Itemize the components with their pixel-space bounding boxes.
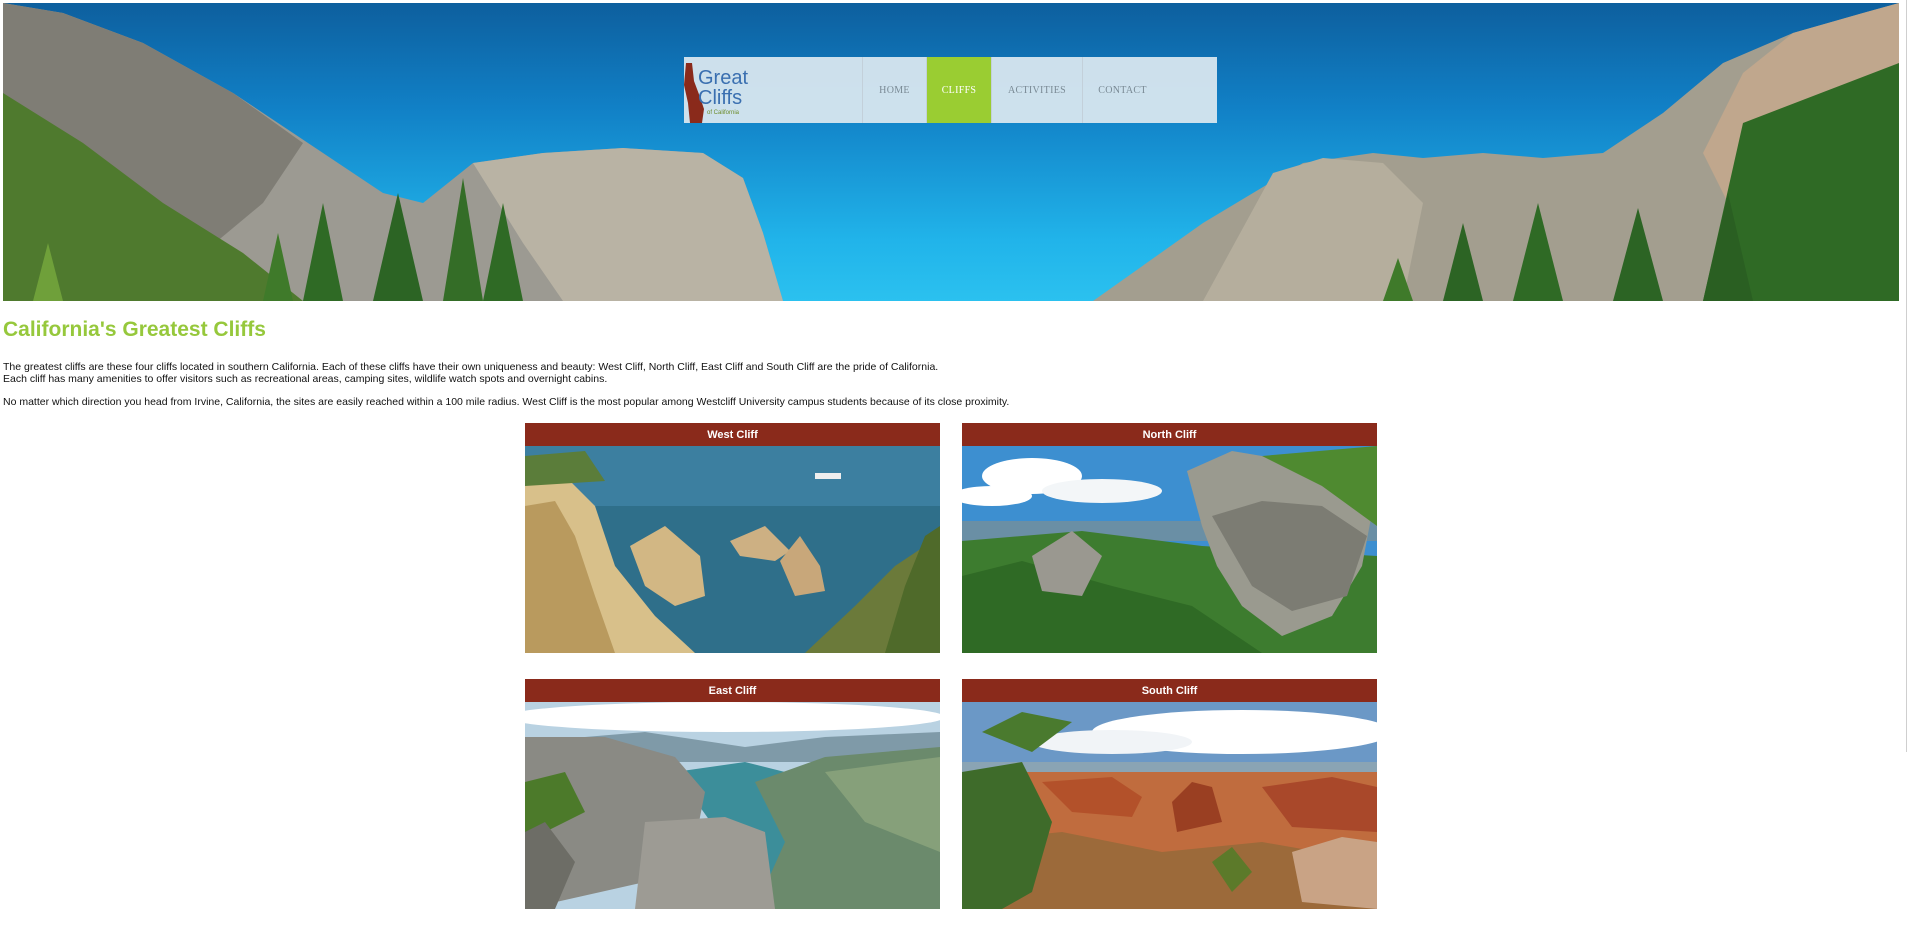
cliff-card-south[interactable]: South Cliff	[962, 679, 1377, 909]
nav-cliffs[interactable]: CLIFFS	[926, 57, 991, 123]
intro-line-2: Each cliff has many amenities to offer v…	[3, 373, 608, 385]
cliff-card-title: East Cliff	[525, 679, 940, 702]
hero-landscape-image	[3, 3, 1899, 301]
west-cliff-photo	[525, 446, 940, 653]
logo-text-great: Great	[698, 67, 749, 89]
east-cliff-photo	[525, 702, 940, 909]
site-logo[interactable]: Great Cliffs of California	[684, 57, 862, 123]
page-title: California's Greatest Cliffs	[3, 318, 266, 341]
cliff-card-west[interactable]: West Cliff	[525, 423, 940, 653]
north-cliff-photo	[962, 446, 1377, 653]
main-navbar: Great Cliffs of California HOME CLIFFS A…	[684, 57, 1217, 123]
intro-paragraph-2: No matter which direction you head from …	[3, 396, 1010, 408]
cliff-card-east[interactable]: East Cliff	[525, 679, 940, 909]
hero-banner: Great Cliffs of California HOME CLIFFS A…	[3, 3, 1899, 301]
south-cliff-photo	[962, 702, 1377, 909]
logo-text-subtitle: of California	[707, 110, 740, 116]
nav-activities[interactable]: ACTIVITIES	[991, 57, 1082, 123]
cliff-card-title: West Cliff	[525, 423, 940, 446]
nav-contact[interactable]: CONTACT	[1082, 57, 1162, 123]
intro-line-1: The greatest cliffs are these four cliff…	[3, 361, 939, 373]
cliff-card-title: North Cliff	[962, 423, 1377, 446]
cliff-card-north[interactable]: North Cliff	[962, 423, 1377, 653]
cliff-card-title: South Cliff	[962, 679, 1377, 702]
nav-home[interactable]: HOME	[862, 57, 926, 123]
logo-text-cliffs: Cliffs	[698, 87, 743, 109]
